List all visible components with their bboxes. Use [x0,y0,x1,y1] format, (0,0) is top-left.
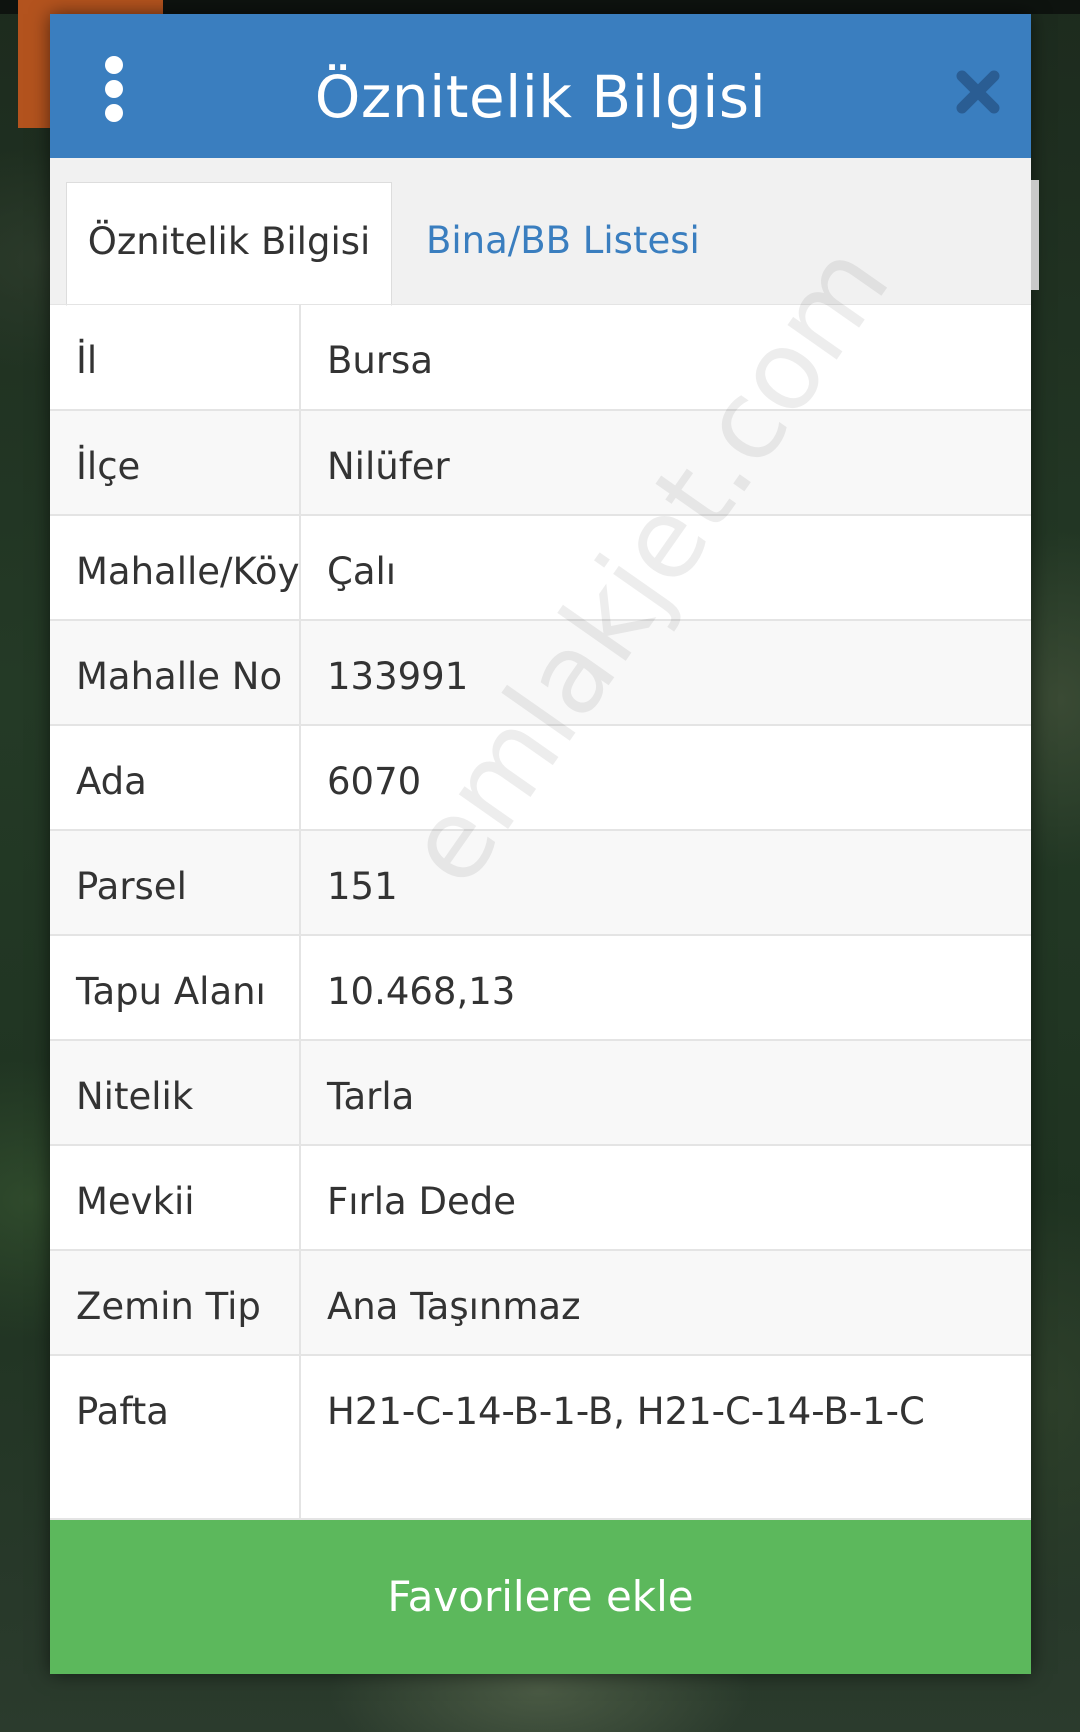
table-row: Nitelik Tarla [50,1039,1031,1146]
tab-attribute-info[interactable]: Öznitelik Bilgisi [66,182,392,306]
attribute-value: Çalı [300,514,1031,621]
dialog-header: Öznitelik Bilgisi [50,14,1031,158]
attribute-key: Ada [50,724,301,831]
table-row: İlçe Nilüfer [50,409,1031,516]
table-row: Mevkii Fırla Dede [50,1144,1031,1251]
attribute-key: Mevkii [50,1144,301,1251]
attribute-key: Pafta [50,1354,301,1520]
attribute-value: H21-C-14-B-1-B, H21-C-14-B-1-C [300,1354,1031,1520]
table-row: Parsel 151 [50,829,1031,936]
dialog-title: Öznitelik Bilgisi [314,63,767,131]
attribute-key: İl [50,304,301,411]
attribute-key: Mahalle/Köy [50,514,301,621]
attribute-dialog: Öznitelik Bilgisi Öznitelik Bilgisi Bina… [50,14,1031,1674]
table-row: Zemin Tip Ana Taşınmaz [50,1249,1031,1356]
attribute-key: Parsel [50,829,301,936]
attribute-key: Tapu Alanı [50,934,301,1041]
attribute-table: İl Bursa İlçe Nilüfer Mahalle/Köy Çalı M… [50,304,1031,1520]
attribute-value: Tarla [300,1039,1031,1146]
tab-bar: Öznitelik Bilgisi Bina/BB Listesi [50,158,1031,306]
tab-building-list[interactable]: Bina/BB Listesi [426,182,700,304]
attribute-key: Mahalle No [50,619,301,726]
scrollbar[interactable] [1031,180,1039,290]
attribute-value: 151 [300,829,1031,936]
attribute-key: Nitelik [50,1039,301,1146]
attribute-value: 133991 [300,619,1031,726]
attribute-value: 10.468,13 [300,934,1031,1041]
table-row: İl Bursa [50,304,1031,411]
attribute-value: Fırla Dede [300,1144,1031,1251]
table-row: Ada 6070 [50,724,1031,831]
attribute-value: Bursa [300,304,1031,411]
table-row: Mahalle No 133991 [50,619,1031,726]
attribute-value: Ana Taşınmaz [300,1249,1031,1356]
attribute-key: İlçe [50,409,301,516]
table-row: Pafta H21-C-14-B-1-B, H21-C-14-B-1-C [50,1354,1031,1520]
table-row: Tapu Alanı 10.468,13 [50,934,1031,1041]
add-to-favorites-button[interactable]: Favorilere ekle [50,1520,1031,1674]
attribute-value: 6070 [300,724,1031,831]
table-row: Mahalle/Köy Çalı [50,514,1031,621]
attribute-value: Nilüfer [300,409,1031,516]
close-icon[interactable] [950,64,1006,120]
attribute-key: Zemin Tip [50,1249,301,1356]
